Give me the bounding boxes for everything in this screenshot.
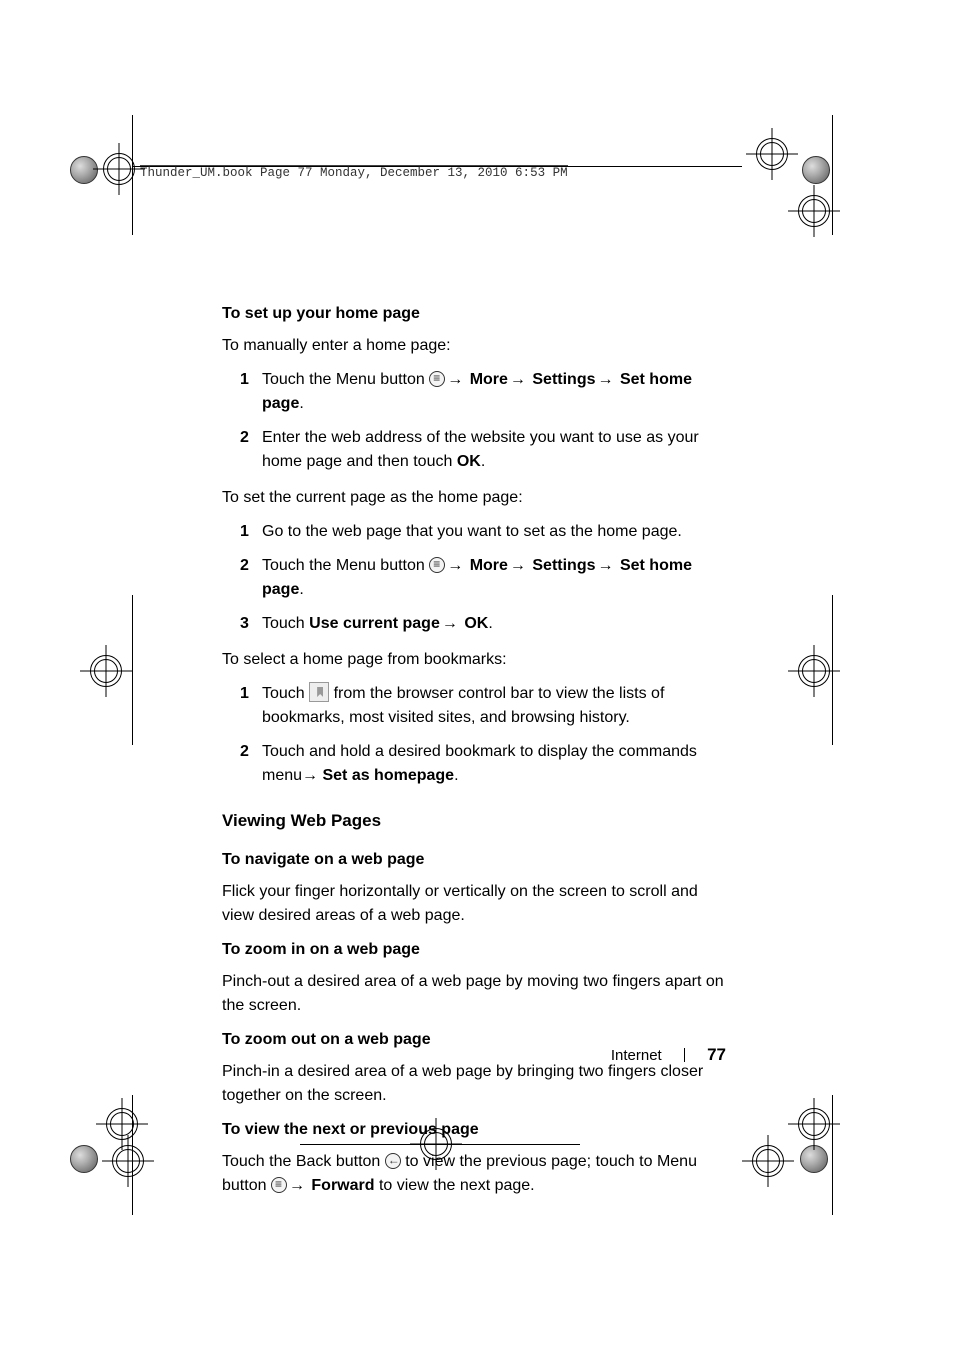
text-intro-bookmarks: To select a home page from bookmarks: <box>222 648 726 672</box>
step-number: 3 <box>240 612 249 636</box>
step-bold: OK <box>464 615 488 632</box>
registration-mark-top-right-a <box>756 138 788 170</box>
text-navigate: Flick your finger horizontally or vertic… <box>222 880 726 928</box>
list-item: 3 Touch Use current page→ OK. <box>240 612 726 636</box>
step-text: Touch <box>262 685 309 702</box>
step-bold: OK <box>457 453 481 470</box>
step-trail: . <box>299 581 303 598</box>
print-header-text: Thunder_UM.book Page 77 Monday, December… <box>140 165 568 180</box>
step-bold: Set as homepage <box>322 767 454 784</box>
step-trail: . <box>488 615 492 632</box>
step-bold: More <box>470 371 508 388</box>
step-text: Touch the Menu button <box>262 371 429 388</box>
crop-target-bottom-left <box>70 1145 98 1173</box>
step-trail: . <box>299 395 303 412</box>
registration-mark-bottom-right-b <box>798 1108 830 1140</box>
footer-section: Internet <box>611 1047 662 1064</box>
step-number: 1 <box>240 682 249 706</box>
menu-button-icon <box>429 371 445 387</box>
crop-target-top-left <box>70 156 98 184</box>
registration-mark-bottom-right-a <box>752 1145 784 1177</box>
registration-mark-top-left <box>103 153 135 185</box>
step-number: 2 <box>240 426 249 450</box>
back-button-icon <box>385 1153 401 1169</box>
list-item: 2 Enter the web address of the website y… <box>240 426 726 474</box>
arrow-icon: → <box>440 612 460 636</box>
crop-line <box>132 1095 133 1215</box>
arrow-icon: → <box>596 368 616 392</box>
heading-setup-home: To set up your home page <box>222 302 726 326</box>
arrow-icon: → <box>508 368 528 392</box>
step-text: Go to the web page that you want to set … <box>262 523 682 540</box>
list-item: 1 Go to the web page that you want to se… <box>240 520 726 544</box>
text-next-prev: Touch the Back button to view the previo… <box>222 1150 726 1198</box>
step-trail: . <box>481 453 485 470</box>
footer-page-number: 77 <box>707 1045 726 1064</box>
heading-navigate: To navigate on a web page <box>222 848 726 872</box>
menu-button-icon <box>271 1177 287 1193</box>
crop-line <box>832 1095 833 1215</box>
step-number: 1 <box>240 368 249 392</box>
registration-mark-bottom-left-a <box>106 1108 138 1140</box>
steps-current: 1 Go to the web page that you want to se… <box>240 520 726 636</box>
print-header-line: Thunder_UM.book Page 77 Monday, December… <box>140 164 568 183</box>
registration-mark-bottom-left-b <box>112 1145 144 1177</box>
page-content: To set up your home page To manually ent… <box>222 296 726 1208</box>
list-item: 2 Touch and hold a desired bookmark to d… <box>240 740 726 788</box>
crop-target-top-right <box>802 156 830 184</box>
footer-separator <box>684 1048 685 1062</box>
step-number: 1 <box>240 520 249 544</box>
step-bold: Settings <box>532 557 595 574</box>
step-text: Touch <box>262 615 309 632</box>
crop-line <box>832 115 833 235</box>
registration-mark-mid-left <box>90 655 122 687</box>
heading-zoom-in: To zoom in on a web page <box>222 938 726 962</box>
step-number: 2 <box>240 554 249 578</box>
heading-viewing-web-pages: Viewing Web Pages <box>222 808 726 834</box>
registration-mark-mid-right <box>798 655 830 687</box>
steps-manual: 1 Touch the Menu button → More→ Settings… <box>240 368 726 474</box>
bookmark-icon <box>309 682 329 702</box>
step-bold: Settings <box>532 371 595 388</box>
arrow-icon: → <box>445 554 465 578</box>
list-item: 1 Touch from the browser control bar to … <box>240 682 726 730</box>
heading-next-prev: To view the next or previous page <box>222 1118 726 1142</box>
text-part: Touch the Back button <box>222 1153 385 1170</box>
list-item: 2 Touch the Menu button → More→ Settings… <box>240 554 726 602</box>
step-text: Touch the Menu button <box>262 557 429 574</box>
text-part: to view the next page. <box>375 1177 535 1194</box>
arrow-icon: → <box>596 554 616 578</box>
page-footer: Internet 77 <box>222 1042 726 1068</box>
step-bold: More <box>470 557 508 574</box>
arrow-icon: → <box>508 554 528 578</box>
text-bold: Forward <box>311 1177 374 1194</box>
text-intro-current: To set the current page as the home page… <box>222 486 726 510</box>
crop-line <box>832 595 833 745</box>
steps-bookmarks: 1 Touch from the browser control bar to … <box>240 682 726 788</box>
list-item: 1 Touch the Menu button → More→ Settings… <box>240 368 726 416</box>
arrow-icon: → <box>445 368 465 392</box>
text-intro-manual: To manually enter a home page: <box>222 334 726 358</box>
crop-line <box>132 115 133 235</box>
menu-button-icon <box>429 557 445 573</box>
text-zoom-in: Pinch-out a desired area of a web page b… <box>222 970 726 1018</box>
crop-line <box>132 595 133 745</box>
registration-mark-top-right-b <box>798 195 830 227</box>
step-bold: Use current page <box>309 615 440 632</box>
step-number: 2 <box>240 740 249 764</box>
step-trail: . <box>454 767 458 784</box>
arrow-icon: → <box>287 1174 307 1198</box>
